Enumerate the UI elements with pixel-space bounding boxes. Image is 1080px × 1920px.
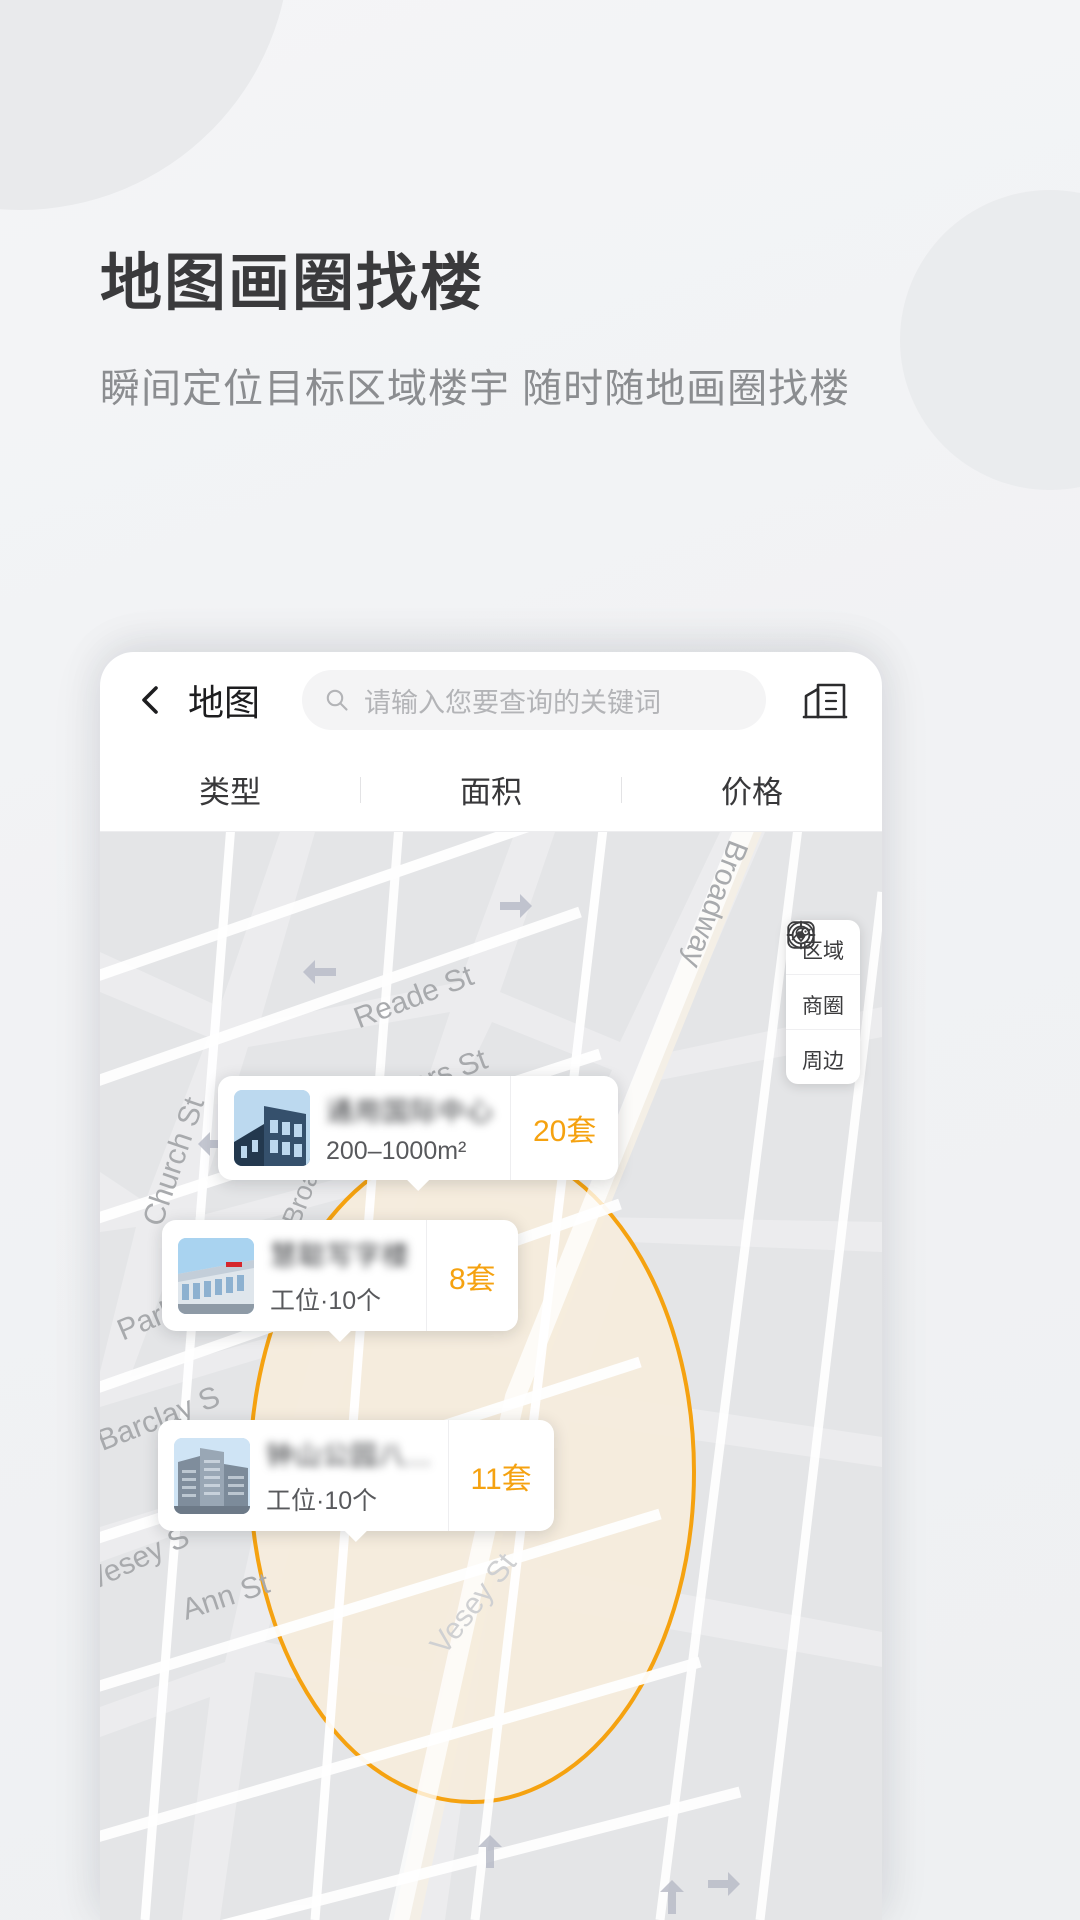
search-placeholder: 请输入您要查询的关键词 — [364, 687, 662, 718]
building-photo-icon — [174, 1437, 250, 1514]
map-control-panel: 区域 商圈 周边 — [786, 920, 860, 1084]
search-input[interactable]: 请输入您要查询的关键词 — [302, 670, 766, 730]
property-title: 钟山公园八... — [266, 1441, 432, 1471]
hero-section: 地图画圈找楼 瞬间定位目标区域楼宇 随时随地画圈找楼 — [100, 249, 980, 414]
filter-type[interactable]: 类型 — [100, 767, 360, 812]
property-card-main: 慧聪写字楼 工位·10个 — [162, 1220, 426, 1331]
property-subtitle: 200–1000m² — [326, 1137, 467, 1165]
building-photo-icon — [178, 1237, 254, 1314]
property-card[interactable]: 通用国际中心 200–1000m² 20套 — [218, 1076, 619, 1191]
property-card-text: 慧聪写字楼 工位·10个 — [270, 1234, 410, 1317]
building-photo-icon — [234, 1090, 310, 1166]
map-control-label: 商圈 — [802, 995, 844, 1018]
property-card-main: 钟山公园八... 工位·10个 — [158, 1420, 448, 1531]
property-title: 慧聪写字楼 — [270, 1241, 410, 1271]
nav-title: 地图 — [188, 682, 261, 723]
map-graphics: Broadway Reade St Chambers St Church St … — [100, 832, 882, 1920]
filter-area[interactable]: 面积 — [361, 767, 621, 812]
page-title: 地图画圈找楼 — [100, 249, 485, 318]
property-count-badge[interactable]: 11套 — [447, 1420, 554, 1531]
map-control-label: 周边 — [802, 1050, 844, 1073]
map-control-business-district[interactable]: 商圈 — [786, 921, 860, 1029]
property-card-text: 通用国际中心 200–1000m² — [326, 1090, 494, 1166]
building-list-icon[interactable] — [802, 679, 848, 721]
app-nav-bar: 地图 请输入您要查询的关键词 — [100, 652, 882, 748]
property-card[interactable]: 慧聪写字楼 工位·10个 8套 — [162, 1220, 518, 1342]
property-subtitle: 工位·10个 — [270, 1287, 382, 1315]
property-subtitle: 工位·10个 — [266, 1487, 378, 1515]
property-title: 通用国际中心 — [326, 1097, 494, 1127]
filter-price[interactable]: 价格 — [622, 767, 882, 812]
property-count-badge[interactable]: 8套 — [426, 1220, 518, 1331]
property-card-text: 钟山公园八... 工位·10个 — [266, 1434, 432, 1517]
property-card[interactable]: 钟山公园八... 工位·10个 11套 — [158, 1420, 554, 1542]
phone-mockup: 地图 请输入您要查询的关键词 类型 面积 价格 Broadway Reade S… — [100, 652, 882, 1920]
page-subtitle: 瞬间定位目标区域楼宇 随时随地画圈找楼 — [100, 367, 851, 412]
map-canvas[interactable]: Broadway Reade St Chambers St Church St … — [100, 832, 882, 1920]
map-control-nearby[interactable]: 周边 — [786, 920, 860, 1084]
filter-bar: 类型 面积 价格 — [100, 748, 882, 832]
property-count-badge[interactable]: 20套 — [510, 1076, 618, 1180]
property-card-main: 通用国际中心 200–1000m² — [218, 1076, 510, 1180]
chevron-left-icon[interactable] — [134, 683, 168, 717]
search-icon — [324, 687, 350, 713]
